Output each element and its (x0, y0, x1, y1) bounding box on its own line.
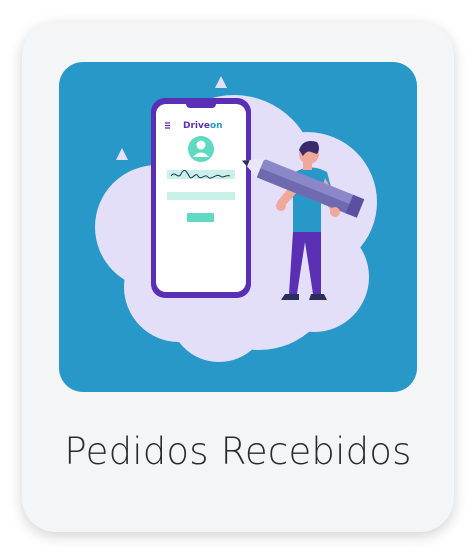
avatar-icon (188, 136, 214, 162)
pedidos-recebidos-card[interactable]: Driveon Pedidos Recebidos (22, 22, 454, 532)
card-title: Pedidos Recebidos (64, 430, 412, 473)
phone-brand-name: Driveon (183, 121, 223, 131)
text-field (167, 192, 235, 200)
phone-illustration: Driveon (151, 98, 251, 298)
submit-button-graphic (187, 213, 214, 222)
card-illustration: Driveon (59, 62, 417, 392)
